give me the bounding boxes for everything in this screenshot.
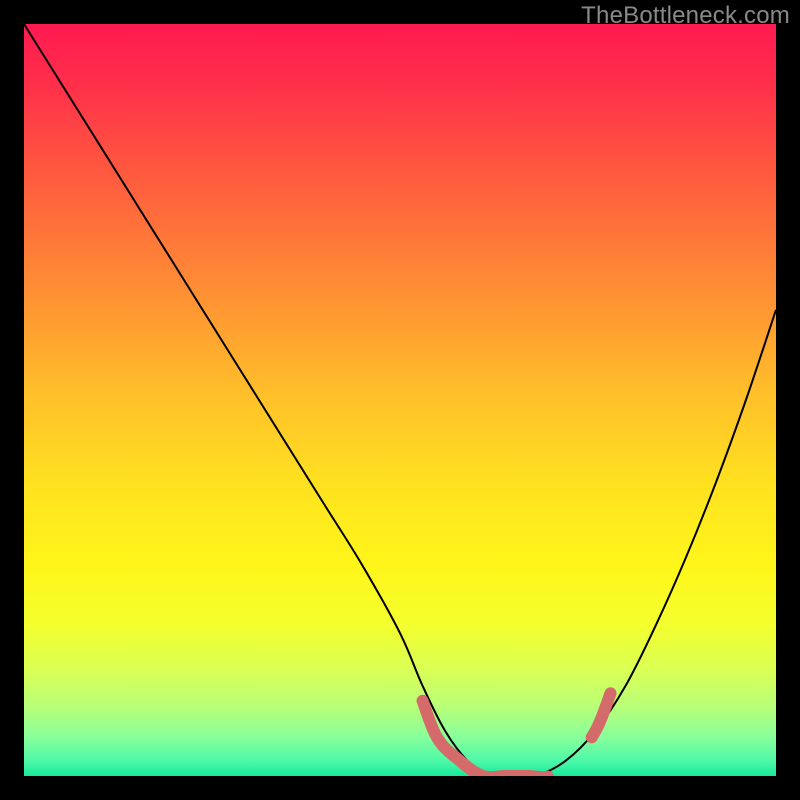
- bottleneck-curve: [24, 24, 776, 776]
- chart-curves: [24, 24, 776, 776]
- plot-area: [24, 24, 776, 776]
- chart-frame: TheBottleneck.com: [0, 0, 800, 800]
- accent-band: [423, 693, 611, 776]
- watermark-text: TheBottleneck.com: [581, 2, 790, 30]
